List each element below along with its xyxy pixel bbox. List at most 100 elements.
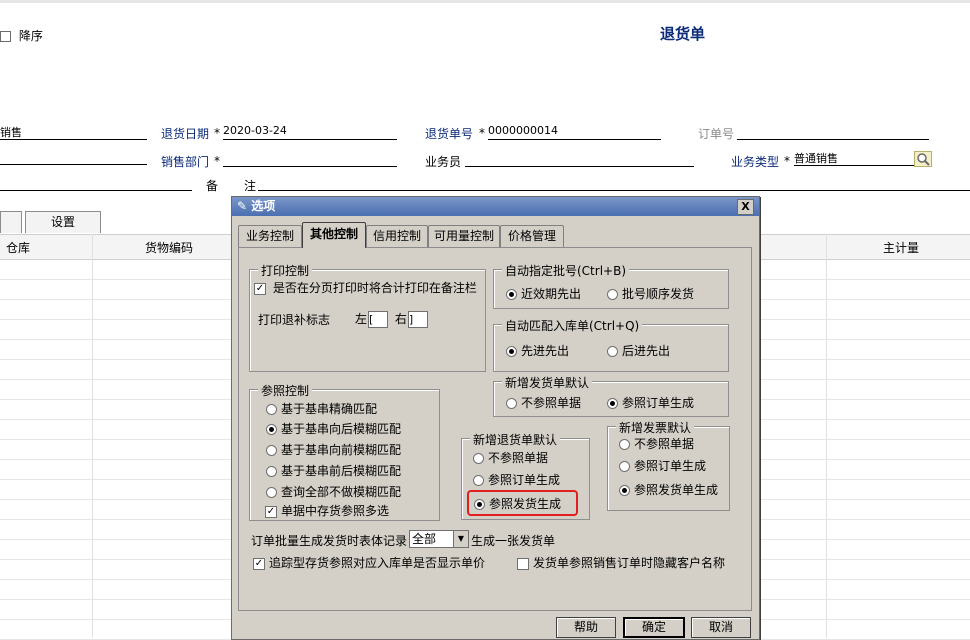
remark-label-part2: 注: [244, 179, 257, 193]
match-fifo-option[interactable]: 先进先出: [506, 342, 569, 359]
ref-exact-radio[interactable]: [266, 404, 277, 415]
invoice-ref-delivery-option[interactable]: 参照发货单生成: [619, 481, 718, 498]
batch-sequence-option[interactable]: 批号顺序发货: [607, 285, 694, 302]
match-lifo-option[interactable]: 后进先出: [607, 342, 670, 359]
ref-both-option[interactable]: 基于基串前后模糊匹配: [266, 462, 401, 479]
customer-field[interactable]: 销售: [0, 124, 147, 140]
ref-control-title: 参照控制: [258, 382, 313, 399]
ref-backward-radio[interactable]: [266, 424, 277, 435]
right-flag-value: ]: [408, 313, 414, 326]
ref-both-radio[interactable]: [266, 466, 277, 477]
return-ref-delivery-radio[interactable]: [474, 499, 485, 510]
batch-gen-select-value: 全部: [412, 532, 437, 546]
return-ref-order-radio[interactable]: [473, 475, 484, 486]
biz-type-field[interactable]: 普通销售: [794, 150, 930, 166]
close-button[interactable]: X: [737, 199, 754, 215]
tab-other-control[interactable]: 其他控制: [302, 222, 366, 248]
ref-exact-option[interactable]: 基于基串精确匹配: [266, 400, 377, 417]
print-control-group: 打印控制 ✓ 是否在分页打印时将合计打印在备注栏 打印退补标志 左[ 右]: [249, 262, 486, 372]
ref-backward-option[interactable]: 基于基串向后模糊匹配: [266, 420, 401, 437]
print-total-label: 是否在分页打印时将合计打印在备注栏: [272, 281, 477, 295]
invoice-ref-order-radio[interactable]: [619, 461, 630, 472]
sort-desc-option[interactable]: 降序: [0, 27, 43, 44]
sort-desc-checkbox[interactable]: [0, 31, 11, 42]
hide-customer-checkbox[interactable]: [517, 557, 529, 570]
ref-all-label: 查询全部不做模糊匹配: [281, 485, 402, 499]
chevron-down-icon[interactable]: ▼: [453, 531, 468, 547]
ref-forward-radio[interactable]: [266, 445, 277, 456]
required-mark: *: [784, 154, 790, 168]
track-price-label: 追踪型存货参照对应入库单是否显示单价: [269, 556, 486, 570]
salesman-field[interactable]: [465, 151, 694, 167]
track-price-checkbox[interactable]: ✓: [253, 557, 265, 570]
lookup-button[interactable]: [914, 151, 932, 167]
delivery-no-ref-radio[interactable]: [506, 398, 517, 409]
ref-multi-option[interactable]: ✓ 单据中存货参照多选: [265, 502, 389, 519]
help-button[interactable]: 帮助: [556, 617, 616, 638]
bg-tab-settings[interactable]: 设置: [25, 211, 101, 233]
dialog-titlebar[interactable]: ✎ 选项 X: [232, 197, 759, 216]
match-lifo-label: 后进先出: [622, 344, 671, 358]
ref-multi-label: 单据中存货参照多选: [281, 504, 390, 518]
right-flag-input[interactable]: ]: [407, 311, 428, 328]
invoice-no-ref-option[interactable]: 不参照单据: [619, 435, 694, 452]
customer-abbr-field[interactable]: [0, 149, 147, 165]
return-no-label: 退货单号: [425, 127, 474, 141]
batch-gen-select[interactable]: 全部 ▼: [409, 530, 469, 548]
tab-price-management[interactable]: 价格管理: [500, 225, 564, 247]
new-return-group: 新增退货单默认 不参照单据 参照订单生成 参照发货生成: [461, 431, 590, 520]
return-ref-delivery-option[interactable]: 参照发货生成: [467, 490, 578, 516]
ref-multi-checkbox[interactable]: ✓: [265, 505, 277, 518]
tab-credit-control[interactable]: 信用控制: [366, 225, 428, 247]
match-fifo-radio[interactable]: [506, 346, 517, 357]
hide-customer-option[interactable]: 发货单参照销售订单时隐藏客户名称: [517, 554, 725, 571]
tab-availability-control[interactable]: 可用量控制: [428, 225, 500, 247]
biz-type-value: 普通销售: [794, 152, 838, 165]
return-no-field[interactable]: 0000000014: [488, 124, 661, 140]
print-total-checkbox[interactable]: ✓: [254, 282, 266, 295]
delivery-ref-order-radio[interactable]: [607, 398, 618, 409]
return-date-field[interactable]: 2020-03-24: [223, 124, 397, 140]
new-invoice-title: 新增发票默认: [616, 419, 695, 436]
track-price-option[interactable]: ✓ 追踪型存货参照对应入库单是否显示单价: [253, 554, 485, 571]
shipping-field[interactable]: [0, 175, 192, 191]
tab-business-control[interactable]: 业务控制: [238, 225, 302, 247]
bg-tab-blank[interactable]: [0, 211, 22, 233]
match-lifo-radio[interactable]: [607, 346, 618, 357]
invoice-ref-order-label: 参照订单生成: [634, 459, 707, 473]
print-total-option[interactable]: ✓ 是否在分页打印时将合计打印在备注栏: [254, 279, 477, 296]
batch-sequence-label: 批号顺序发货: [622, 287, 695, 301]
top-divider: [0, 0, 970, 3]
batch-near-expiry-option[interactable]: 近效期先出: [506, 285, 581, 302]
hide-customer-label: 发货单参照销售订单时隐藏客户名称: [533, 556, 726, 570]
ref-forward-option[interactable]: 基于基串向前模糊匹配: [266, 441, 401, 458]
invoice-ref-order-option[interactable]: 参照订单生成: [619, 457, 706, 474]
ref-all-option[interactable]: 查询全部不做模糊匹配: [266, 483, 401, 500]
batch-sequence-radio[interactable]: [607, 289, 618, 300]
return-ref-order-option[interactable]: 参照订单生成: [473, 471, 560, 488]
return-no-ref-radio[interactable]: [473, 453, 484, 464]
required-mark: *: [214, 154, 220, 168]
ok-button[interactable]: 确定: [623, 617, 685, 638]
left-flag-input[interactable]: [: [368, 311, 389, 328]
batch-near-expiry-radio[interactable]: [506, 289, 517, 300]
delivery-no-ref-option[interactable]: 不参照单据: [506, 394, 581, 411]
cancel-button[interactable]: 取消: [691, 617, 751, 638]
remark-field[interactable]: [258, 175, 970, 191]
auto-match-title: 自动匹配入库单(Ctrl+Q): [502, 317, 643, 334]
return-date-label: 退货日期: [161, 127, 210, 141]
magnifier-icon: [917, 153, 930, 166]
delivery-ref-order-option[interactable]: 参照订单生成: [607, 394, 694, 411]
order-no-field[interactable]: [737, 124, 929, 140]
dept-field[interactable]: [223, 151, 397, 167]
new-return-title: 新增退货单默认: [470, 431, 561, 448]
return-no-ref-option[interactable]: 不参照单据: [473, 449, 548, 466]
new-delivery-title: 新增发货单默认: [502, 374, 593, 391]
batch-gen-prefix: 订单批量生成发货时表体记录: [251, 534, 408, 548]
invoice-ref-delivery-radio[interactable]: [619, 485, 630, 496]
page-title: 退货单: [660, 25, 706, 43]
invoice-ref-delivery-label: 参照发货单生成: [634, 483, 719, 497]
ref-all-radio[interactable]: [266, 487, 277, 498]
invoice-no-ref-radio[interactable]: [619, 439, 630, 450]
dialog-title: 选项: [251, 199, 276, 213]
